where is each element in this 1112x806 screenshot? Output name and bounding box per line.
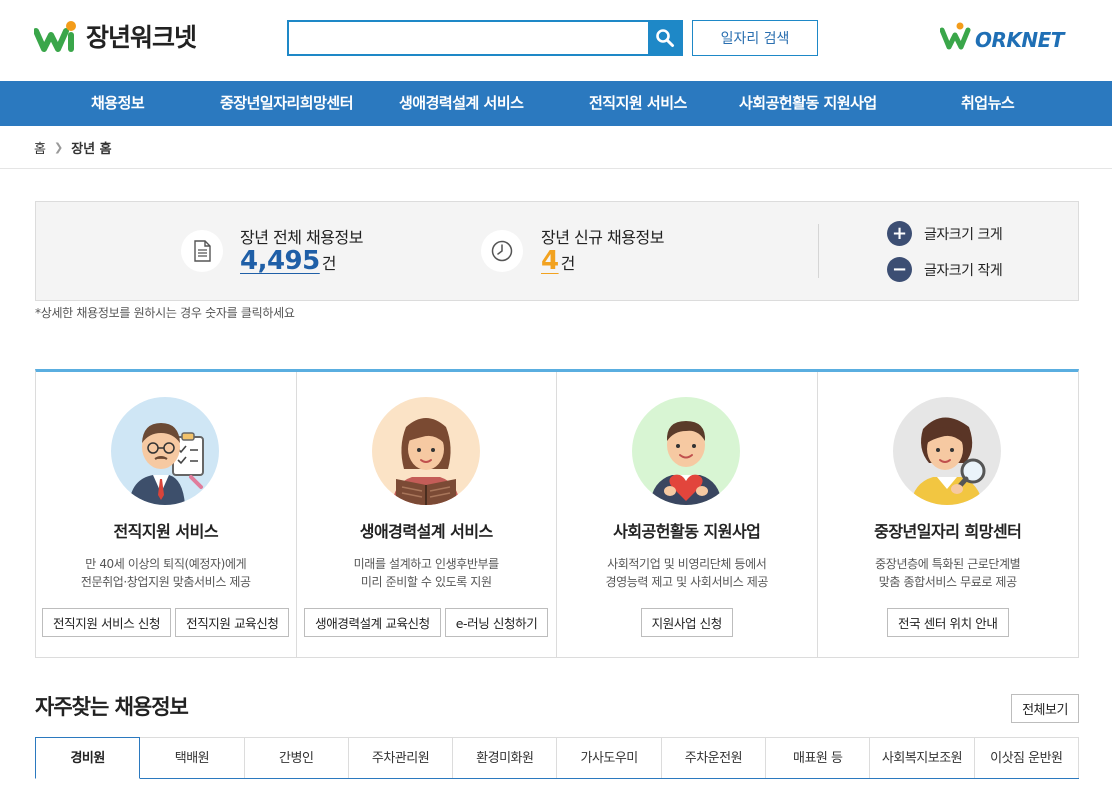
worknet-logo-text: ORKNET bbox=[975, 28, 1064, 52]
nav-item-career-design[interactable]: 생애경력설계 서비스 bbox=[399, 81, 524, 126]
chevron-right-icon: ❯ bbox=[53, 141, 64, 154]
search-icon bbox=[656, 29, 674, 47]
search-bar bbox=[287, 20, 683, 56]
breadcrumb: 홈 ❯ 장년 홈 bbox=[34, 138, 112, 157]
new-jobs-count[interactable]: 4 bbox=[541, 246, 559, 276]
card-description: 중장년층에 특화된 근로단계별 맞춤 종합서비스 무료로 제공 bbox=[818, 555, 1079, 591]
support-program-apply-button[interactable]: 지원사업 신청 bbox=[640, 608, 733, 637]
card-desc-line: 미리 준비할 수 있도록 지원 bbox=[360, 575, 492, 589]
card-desc-line: 미래를 설계하고 인생후반부를 bbox=[353, 557, 500, 571]
total-jobs-unit: 건 bbox=[321, 254, 337, 273]
worknet-w-mark-icon bbox=[940, 22, 971, 50]
nav-item-hope-center[interactable]: 중장년일자리희망센터 bbox=[220, 81, 354, 126]
transition-education-apply-button[interactable]: 전직지원 교육신청 bbox=[175, 608, 290, 637]
total-jobs-value: 4,495 건 bbox=[240, 246, 336, 276]
service-cards: 전직지원 서비스 만 40세 이상의 퇴직(예정자)에게 전문취업·창업지원 맞… bbox=[35, 369, 1079, 658]
woman-with-magnifier-illustration bbox=[892, 397, 1001, 505]
minus-icon: − bbox=[887, 257, 912, 282]
card-buttons: 생애경력설계 교육신청 e-러닝 신청하기 bbox=[297, 608, 557, 637]
center-location-button[interactable]: 전국 센터 위치 안내 bbox=[886, 608, 1009, 637]
tab-valet-driver[interactable]: 주차운전원 bbox=[661, 737, 767, 778]
card-title: 전직지원 서비스 bbox=[113, 522, 219, 541]
card-buttons: 전직지원 서비스 신청 전직지원 교육신청 bbox=[36, 608, 296, 637]
man-holding-heart-illustration bbox=[632, 397, 740, 505]
elearning-apply-button[interactable]: e-러닝 신청하기 bbox=[444, 608, 549, 637]
total-jobs-count[interactable]: 4,495 bbox=[240, 246, 320, 276]
stats-divider bbox=[818, 224, 819, 278]
clock-icon bbox=[481, 230, 523, 272]
font-size-smaller-button[interactable]: − 글자크기 작게 bbox=[887, 257, 1003, 282]
worknet-logo[interactable]: ORKNET bbox=[940, 22, 1064, 50]
transition-service-apply-button[interactable]: 전직지원 서비스 신청 bbox=[42, 608, 172, 637]
card-description: 만 40세 이상의 퇴직(예정자)에게 전문취업·창업지원 맞춤서비스 제공 bbox=[36, 555, 296, 591]
tab-caregiver[interactable]: 간병인 bbox=[244, 737, 349, 778]
man-with-clipboard-illustration bbox=[111, 397, 219, 505]
font-size-smaller-label: 글자크기 작게 bbox=[924, 262, 1003, 279]
card-description: 미래를 설계하고 인생후반부를 미리 준비할 수 있도록 지원 bbox=[297, 555, 557, 591]
card-desc-line: 만 40세 이상의 퇴직(예정자)에게 bbox=[85, 557, 247, 571]
worknet-w-logo-icon bbox=[34, 21, 76, 52]
site-logo[interactable]: 장년워크넷 bbox=[34, 18, 197, 54]
nav-item-jobs[interactable]: 채용정보 bbox=[91, 81, 145, 126]
site-name: 장년워크넷 bbox=[86, 23, 197, 52]
stats-note: *상세한 채용정보를 원하시는 경우 숫자를 클릭하세요 bbox=[35, 306, 295, 320]
frequent-jobs-tabs: 경비원 택배원 간병인 주차관리원 환경미화원 가사도우미 주차운전원 매표원 … bbox=[35, 737, 1079, 779]
service-card-social-contribution: 사회공헌활동 지원사업 사회적기업 및 비영리단체 등에서 경영능력 제고 및 … bbox=[557, 372, 818, 657]
tab-courier[interactable]: 택배원 bbox=[140, 737, 245, 778]
divider bbox=[0, 168, 1112, 169]
card-title: 생애경력설계 서비스 bbox=[359, 522, 494, 541]
new-jobs-unit: 건 bbox=[560, 254, 576, 273]
breadcrumb-home[interactable]: 홈 bbox=[34, 138, 46, 157]
service-card-transition: 전직지원 서비스 만 40세 이상의 퇴직(예정자)에게 전문취업·창업지원 맞… bbox=[36, 372, 297, 657]
nav-item-transition-support[interactable]: 전직지원 서비스 bbox=[589, 81, 687, 126]
tab-parking-manager[interactable]: 주차관리원 bbox=[348, 737, 454, 778]
card-desc-line: 전문취업·창업지원 맞춤서비스 제공 bbox=[80, 575, 251, 589]
breadcrumb-current: 장년 홈 bbox=[71, 142, 112, 157]
woman-reading-book-illustration bbox=[371, 397, 480, 505]
view-all-button[interactable]: 전체보기 bbox=[1011, 694, 1079, 723]
job-search-button[interactable]: 일자리 검색 bbox=[692, 20, 818, 56]
tab-moving-worker[interactable]: 이삿짐 운반원 bbox=[974, 737, 1079, 778]
font-size-larger-button[interactable]: + 글자크기 크게 bbox=[887, 221, 1003, 246]
career-design-education-button[interactable]: 생애경력설계 교육신청 bbox=[304, 608, 441, 637]
tab-sanitation-worker[interactable]: 환경미화원 bbox=[453, 737, 558, 778]
nav-item-social-contribution[interactable]: 사회공헌활동 지원사업 bbox=[739, 81, 877, 126]
font-size-larger-label: 글자크기 크게 bbox=[924, 226, 1003, 243]
card-title: 사회공헌활동 지원사업 bbox=[613, 522, 761, 541]
stats-panel: 장년 전체 채용정보 4,495 건 장년 신규 채용정보 4 건 + 글자크기… bbox=[35, 201, 1079, 301]
card-desc-line: 중장년층에 특화된 근로단계별 bbox=[875, 557, 1021, 571]
document-icon bbox=[181, 230, 223, 272]
service-card-career-design: 생애경력설계 서비스 미래를 설계하고 인생후반부를 미리 준비할 수 있도록 … bbox=[297, 372, 557, 657]
card-desc-line: 경영능력 제고 및 사회서비스 제공 bbox=[605, 575, 769, 589]
plus-icon: + bbox=[887, 221, 912, 246]
search-button[interactable] bbox=[648, 21, 682, 55]
card-description: 사회적기업 및 비영리단체 등에서 경영능력 제고 및 사회서비스 제공 bbox=[557, 555, 817, 591]
card-buttons: 전국 센터 위치 안내 bbox=[818, 608, 1079, 637]
new-jobs-label: 장년 신규 채용정보 bbox=[541, 228, 664, 247]
site-header: 장년워크넷 일자리 검색 ORKNET bbox=[0, 0, 1112, 81]
card-title: 중장년일자리 희망센터 bbox=[874, 522, 1022, 541]
card-buttons: 지원사업 신청 bbox=[557, 608, 817, 637]
service-card-hope-center: 중장년일자리 희망센터 중장년층에 특화된 근로단계별 맞춤 종합서비스 무료로… bbox=[818, 372, 1079, 657]
card-desc-line: 사회적기업 및 비영리단체 등에서 bbox=[607, 557, 767, 571]
tab-ticket-seller[interactable]: 매표원 등 bbox=[766, 737, 871, 778]
tab-security-guard[interactable]: 경비원 bbox=[35, 737, 141, 779]
new-jobs-value: 4 건 bbox=[541, 246, 575, 276]
tab-housekeeper[interactable]: 가사도우미 bbox=[557, 737, 662, 778]
frequent-jobs-title: 자주찾는 채용정보 bbox=[35, 695, 189, 719]
search-input[interactable] bbox=[289, 22, 648, 54]
total-jobs-label: 장년 전체 채용정보 bbox=[240, 228, 363, 247]
main-nav: 채용정보 중장년일자리희망센터 생애경력설계 서비스 전직지원 서비스 사회공헌… bbox=[0, 81, 1112, 126]
tab-social-welfare-assistant[interactable]: 사회복지보조원 bbox=[870, 737, 975, 778]
card-desc-line: 맞춤 종합서비스 무료로 제공 bbox=[878, 575, 1017, 589]
nav-item-job-news[interactable]: 취업뉴스 bbox=[961, 81, 1015, 126]
